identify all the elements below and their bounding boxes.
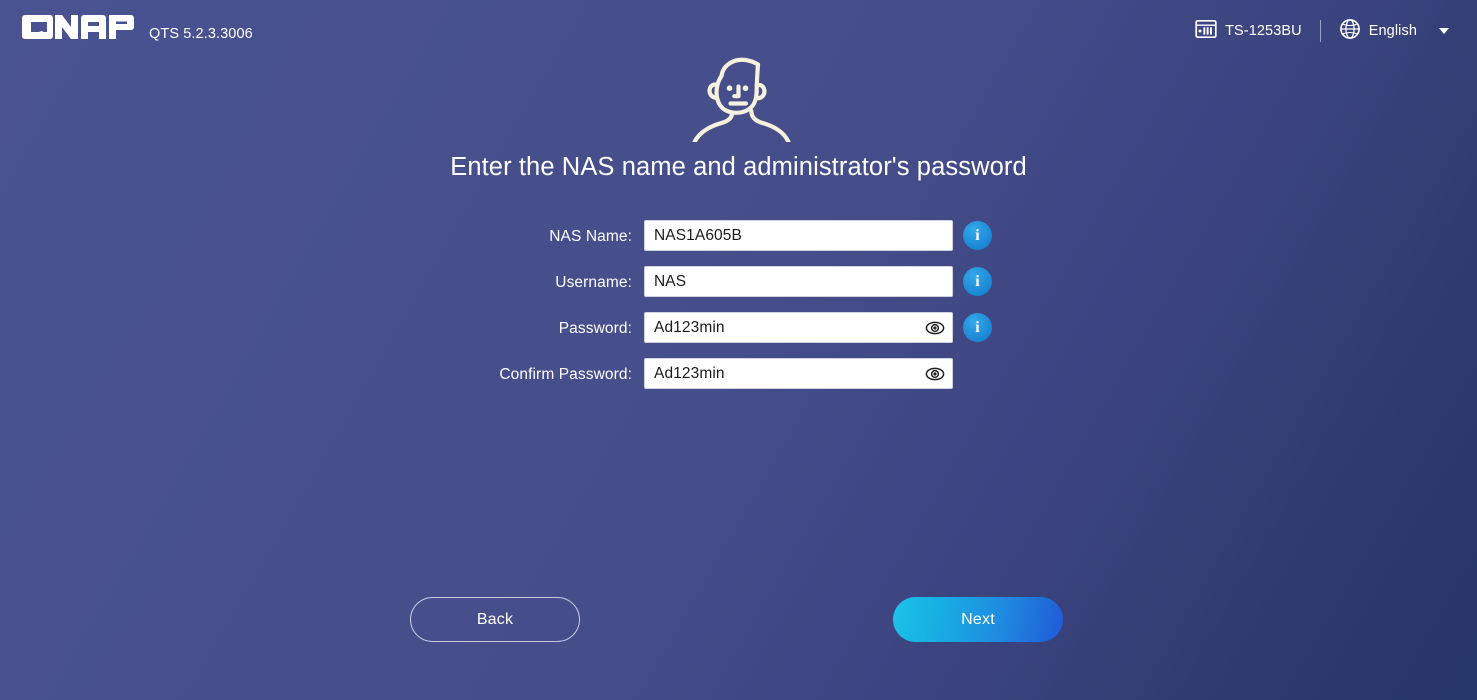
nas-model-label: TS-1253BU [1225,23,1302,39]
confirm-password-label: Confirm Password: [499,366,632,383]
form-row-confirm-password: Confirm Password: Ad123min [0,358,1477,404]
form-row-nas-name: NAS Name: NAS1A605B i [0,220,1477,266]
globe-icon [1339,18,1361,45]
nas-model-group: TS-1253BU [1195,19,1302,44]
footer-actions: Back Next [0,597,1477,643]
nas-name-label: NAS Name: [549,228,632,245]
header-right-group: TS-1253BU English [1195,18,1449,44]
brand-group: QTS 5.2.3.3006 [22,14,253,45]
qnap-logo [22,14,135,45]
nas-name-info-icon[interactable]: i [963,221,992,250]
avatar-container [0,52,1477,147]
username-value: NAS [654,272,687,290]
password-input[interactable]: Ad123min [644,312,953,343]
password-value: Ad123min [654,318,725,336]
confirm-password-eye-icon[interactable] [918,359,952,388]
username-label: Username: [555,274,632,291]
confirm-password-value: Ad123min [654,364,725,382]
language-label: English [1368,23,1417,39]
chevron-down-icon[interactable] [1439,28,1449,34]
page-title: Enter the NAS name and administrator's p… [450,153,1027,181]
nas-enclosure-icon [1195,19,1217,44]
nas-name-value: NAS1A605B [654,226,742,244]
setup-form: NAS Name: NAS1A605B i Username: NAS i Pa… [0,220,1477,404]
back-button[interactable]: Back [410,597,580,642]
language-selector[interactable]: English [1339,18,1417,45]
administrator-person-icon [685,52,793,147]
nas-name-input[interactable]: NAS1A605B [644,220,953,251]
next-button[interactable]: Next [893,597,1063,642]
app-header: QTS 5.2.3.3006 TS-1253BU English [0,0,1477,60]
password-eye-icon[interactable] [918,313,952,342]
username-info-icon[interactable]: i [963,267,992,296]
password-label: Password: [558,320,632,337]
username-input[interactable]: NAS [644,266,953,297]
firmware-version: QTS 5.2.3.3006 [149,26,253,42]
header-divider [1319,20,1321,42]
password-info-icon[interactable]: i [963,313,992,342]
form-row-username: Username: NAS i [0,266,1477,312]
form-row-password: Password: Ad123min i [0,312,1477,358]
confirm-password-input[interactable]: Ad123min [644,358,953,389]
